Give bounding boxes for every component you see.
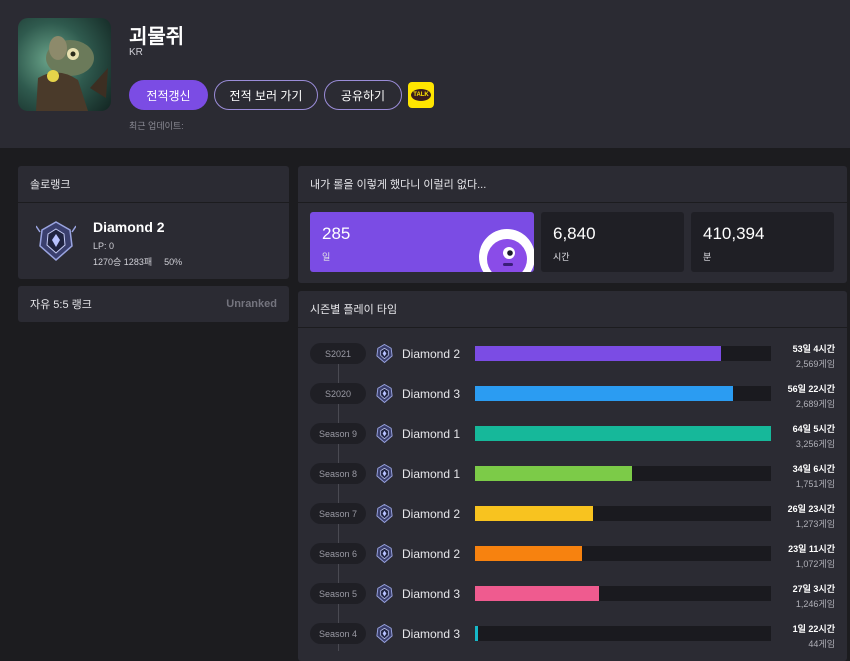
season-label: S2020 xyxy=(310,383,366,404)
season-playtime-panel: 시즌별 플레이 타임 S2021 Diamond 2 53일 4시간 2,569게임 S… xyxy=(298,291,847,661)
season-playtime: 56일 22시간 xyxy=(787,384,835,394)
minutes-value: 410,394 xyxy=(703,224,765,243)
tier-emblem-icon xyxy=(375,503,394,524)
playtime-bar-track xyxy=(475,626,771,641)
playtime-bar xyxy=(475,626,478,641)
mascot-icon xyxy=(478,228,534,272)
playtime-bar-track xyxy=(475,546,771,561)
season-label: Season 5 xyxy=(310,583,366,604)
solo-rank-panel: 솔로랭크 Diamond 2 LP: 0 1270승 1283패 50% xyxy=(18,166,289,279)
diamond-emblem-icon xyxy=(35,220,77,262)
solo-lp: LP: 0 xyxy=(93,241,115,251)
season-playtime: 1일 22시간 xyxy=(792,624,835,634)
tier-emblem-icon xyxy=(375,463,394,484)
season-row: S2021 Diamond 2 53일 4시간 2,569게임 xyxy=(298,334,847,374)
tier-emblem-icon xyxy=(375,383,394,404)
season-tier: Diamond 2 xyxy=(402,347,461,361)
playtime-bar xyxy=(475,426,771,441)
playtime-bar xyxy=(475,386,733,401)
minutes-stat-card: 410,394 분 xyxy=(691,212,834,272)
season-games: 3,256게임 xyxy=(795,439,835,449)
season-row: Season 6 Diamond 2 23일 11시간 1,072게임 xyxy=(298,534,847,574)
season-tier: Diamond 3 xyxy=(402,387,461,401)
season-row: Season 7 Diamond 2 26일 23시간 1,273게임 xyxy=(298,494,847,534)
season-tier: Diamond 2 xyxy=(402,507,461,521)
win-rate: 50% xyxy=(164,257,183,267)
tier-emblem-icon xyxy=(375,543,394,564)
tier-emblem-icon xyxy=(375,343,394,364)
playtime-bar xyxy=(475,466,632,481)
playtime-bar-track xyxy=(475,506,771,521)
tier-emblem-icon xyxy=(375,583,394,604)
season-row: Season 5 Diamond 3 27일 3시간 1,246게임 xyxy=(298,574,847,614)
refresh-button[interactable]: 전적갱신 xyxy=(129,80,208,110)
season-row: S2020 Diamond 3 56일 22시간 2,689게임 xyxy=(298,374,847,414)
season-games: 44게임 xyxy=(808,639,835,649)
win-loss: 1270승 1283패 xyxy=(93,257,153,267)
playtime-bar-track xyxy=(475,426,771,441)
solo-tier: Diamond 2 xyxy=(93,219,165,235)
season-playtime: 26일 23시간 xyxy=(787,504,835,514)
season-games: 1,072게임 xyxy=(795,559,835,569)
hours-value: 6,840 xyxy=(553,224,596,243)
season-row: Season 4 Diamond 3 1일 22시간 44게임 xyxy=(298,614,847,654)
season-tier: Diamond 1 xyxy=(402,427,461,441)
tier-emblem-icon xyxy=(375,423,394,444)
season-row: Season 8 Diamond 1 34일 6시간 1,751게임 xyxy=(298,454,847,494)
season-games: 1,273게임 xyxy=(795,519,835,529)
days-stat-card: 285 일 xyxy=(310,212,534,272)
flex-rank-title: 자유 5:5 랭크 xyxy=(30,299,92,311)
solo-rank-title: 솔로랭크 xyxy=(18,166,289,203)
region-label: KR xyxy=(129,47,143,58)
season-label: Season 8 xyxy=(310,463,366,484)
hours-unit: 시간 xyxy=(553,252,570,262)
season-tier: Diamond 1 xyxy=(402,467,461,481)
profile-avatar xyxy=(18,18,111,111)
season-playtime: 23일 11시간 xyxy=(788,544,835,554)
season-tier: Diamond 3 xyxy=(402,587,461,601)
playtime-bar xyxy=(475,546,582,561)
share-button[interactable]: 공유하기 xyxy=(324,80,402,110)
total-playtime-title: 내가 롤을 이렇게 했다니 이럴리 없다... xyxy=(298,166,847,203)
hours-stat-card: 6,840 시간 xyxy=(541,212,684,272)
season-tier: Diamond 2 xyxy=(402,547,461,561)
playtime-bar xyxy=(475,506,593,521)
playtime-bar-track xyxy=(475,386,771,401)
days-value: 285 xyxy=(322,224,351,243)
season-label: Season 7 xyxy=(310,503,366,524)
season-playtime: 27일 3시간 xyxy=(792,584,835,594)
playtime-bar-track xyxy=(475,346,771,361)
season-tier: Diamond 3 xyxy=(402,627,461,641)
solo-record: 1270승 1283패 50% xyxy=(93,255,182,268)
kakaotalk-share-button[interactable]: TALK xyxy=(408,82,434,108)
season-label: Season 4 xyxy=(310,623,366,644)
season-playtime: 64일 5시간 xyxy=(792,424,835,434)
total-playtime-panel: 내가 롤을 이렇게 했다니 이럴리 없다... 285 일 6,840 시간 4… xyxy=(298,166,847,283)
days-unit: 일 xyxy=(322,252,331,262)
playtime-bar xyxy=(475,346,721,361)
season-playtime-title: 시즌별 플레이 타임 xyxy=(298,291,847,328)
minutes-unit: 분 xyxy=(703,252,712,262)
playtime-bar xyxy=(475,586,599,601)
season-games: 2,569게임 xyxy=(795,359,835,369)
season-games: 1,751게임 xyxy=(795,479,835,489)
season-row: Season 9 Diamond 1 64일 5시간 3,256게임 xyxy=(298,414,847,454)
kakaotalk-icon: TALK xyxy=(411,89,431,101)
season-label: S2021 xyxy=(310,343,366,364)
flex-rank-status: Unranked xyxy=(226,298,277,310)
summoner-name: 괴물쥐 xyxy=(129,26,185,48)
season-playtime: 34일 6시간 xyxy=(792,464,835,474)
tier-emblem-icon xyxy=(375,623,394,644)
season-label: Season 9 xyxy=(310,423,366,444)
season-playtime: 53일 4시간 xyxy=(792,344,835,354)
season-games: 2,689게임 xyxy=(795,399,835,409)
playtime-bar-track xyxy=(475,466,771,481)
season-label: Season 6 xyxy=(310,543,366,564)
season-games: 1,246게임 xyxy=(795,599,835,609)
last-updated-label: 최근 업데이트: xyxy=(129,121,184,131)
profile-header: 괴물쥐 KR 전적갱신 전적 보러 가기 공유하기 TALK 최근 업데이트: xyxy=(0,0,850,148)
playtime-bar-track xyxy=(475,586,771,601)
flex-rank-panel: 자유 5:5 랭크 Unranked xyxy=(18,286,289,322)
view-history-button[interactable]: 전적 보러 가기 xyxy=(214,80,318,110)
